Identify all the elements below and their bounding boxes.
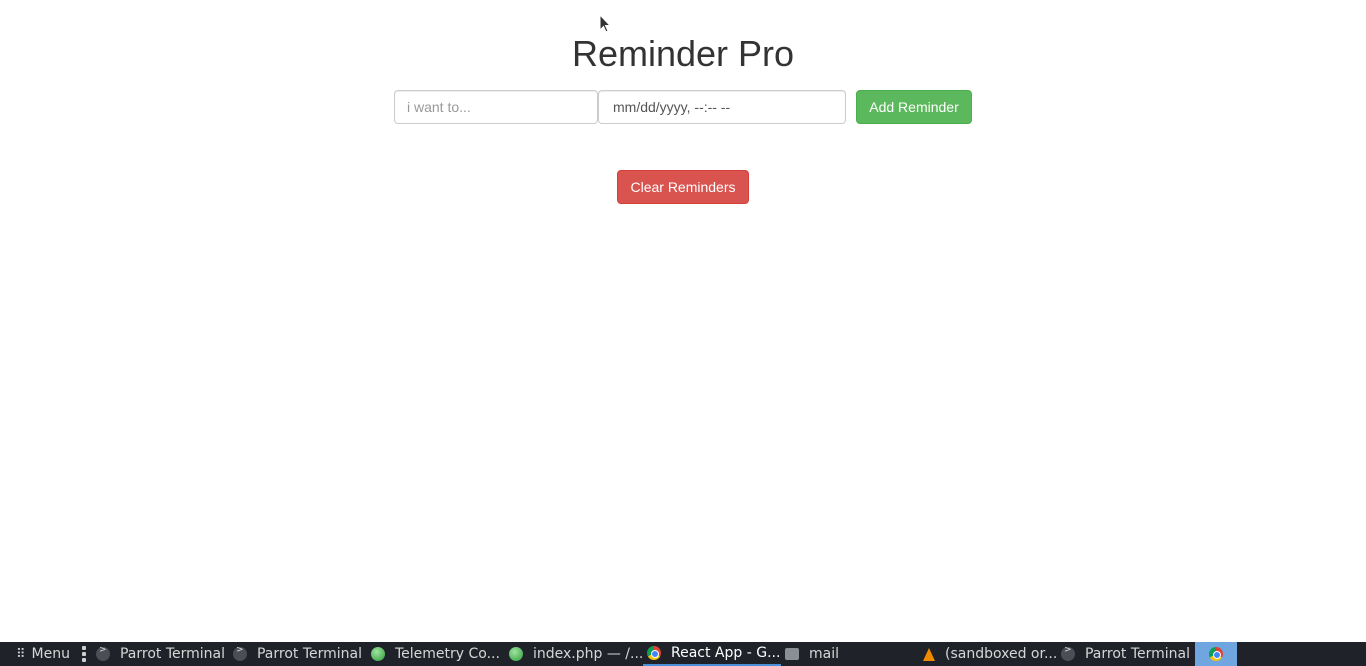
taskbar-item-label: (sandboxed or... [944, 646, 1057, 662]
terminal-icon [232, 645, 247, 661]
taskbar-tray-chrome[interactable] [1194, 642, 1237, 666]
taskbar-item-label: mail [808, 646, 839, 662]
taskbar-item-terminal-2[interactable]: Parrot Terminal [229, 642, 367, 666]
taskbar-item-telemetry[interactable]: Telemetry Co... [367, 642, 505, 666]
clear-reminders-button[interactable]: Clear Reminders [617, 170, 749, 204]
taskbar-item-label: index.php — /... [532, 646, 643, 662]
app-icon [370, 647, 385, 661]
taskbar-menu-button[interactable]: ⠿ Menu [0, 642, 80, 666]
vlc-icon [922, 647, 935, 661]
taskbar-item-sandboxed[interactable]: (sandboxed or... [919, 642, 1057, 666]
taskbar-item-terminal-3[interactable]: Parrot Terminal [1057, 642, 1195, 666]
folder-icon [784, 648, 799, 660]
taskbar-handle-icon [81, 646, 86, 662]
taskbar-item-index-php[interactable]: index.php — /... [505, 642, 643, 666]
taskbar-item-label: Parrot Terminal [119, 646, 226, 662]
app-page: Reminder Pro mm/dd/yyyy, --:-- -- Add Re… [0, 0, 1366, 642]
datetime-value: mm/dd/yyyy, --:-- -- [613, 99, 731, 115]
apps-grid-icon: ⠿ [16, 646, 26, 662]
terminal-icon [1060, 645, 1075, 661]
menu-label: Menu [31, 646, 70, 662]
app-icon [508, 647, 523, 661]
taskbar-item-react-app[interactable]: React App - G... [642, 642, 781, 666]
taskbar-item-label: Parrot Terminal [256, 646, 363, 662]
taskbar-item-label: React App - G... [670, 645, 781, 661]
page-title: Reminder Pro [571, 33, 795, 74]
taskbar: ⠿ Menu Parrot Terminal Parrot Terminal T… [0, 642, 1366, 666]
reminder-text-input[interactable] [394, 90, 598, 124]
reminder-datetime-input[interactable]: mm/dd/yyyy, --:-- -- [598, 90, 846, 124]
chrome-icon [1208, 647, 1223, 661]
taskbar-item-mail[interactable]: mail [781, 642, 919, 666]
taskbar-item-label: Parrot Terminal [1084, 646, 1191, 662]
taskbar-item-label: Telemetry Co... [394, 646, 500, 662]
chrome-icon [646, 646, 661, 660]
taskbar-item-terminal-1[interactable]: Parrot Terminal [92, 642, 229, 666]
add-reminder-button[interactable]: Add Reminder [856, 90, 972, 124]
terminal-icon [95, 645, 110, 661]
